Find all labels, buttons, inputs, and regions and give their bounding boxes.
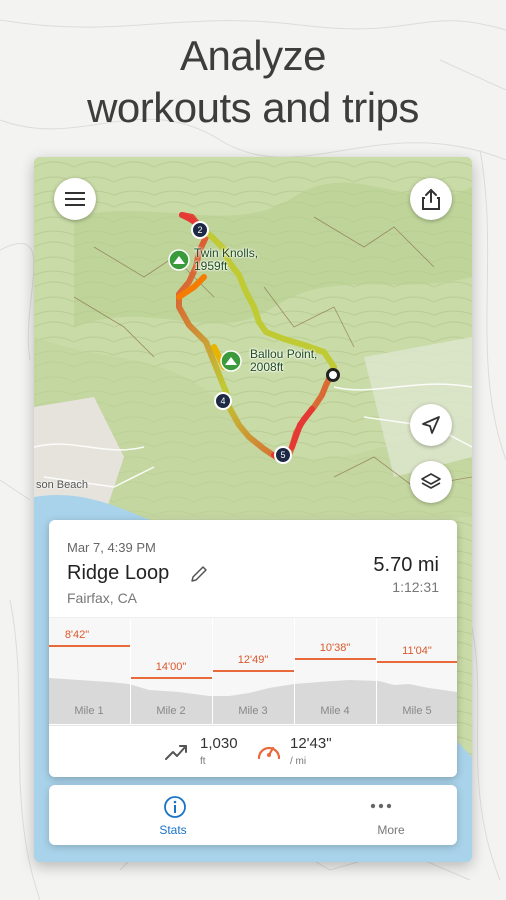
avg-pace-value: 12'43" xyxy=(290,735,332,752)
share-button[interactable] xyxy=(410,178,452,220)
workout-summary-card[interactable]: Mar 7, 4:39 PM Ridge Loop Fairfax, CA 5.… xyxy=(49,520,457,777)
city-label: son Beach xyxy=(36,479,88,491)
start-end-marker[interactable] xyxy=(326,368,340,382)
split-pace: 14'00" xyxy=(155,661,187,673)
headline-line2: workouts and trips xyxy=(87,84,419,131)
menu-button[interactable] xyxy=(54,178,96,220)
elevation-gain-value: 1,030 xyxy=(200,735,238,752)
split-label: Mile 3 xyxy=(238,705,268,717)
workout-duration: 1:12:31 xyxy=(392,579,439,595)
tab-label: More xyxy=(377,823,405,837)
mile-marker[interactable]: 4 xyxy=(214,392,232,410)
peak-elevation: 2008ft xyxy=(250,360,284,374)
split-pace-bar xyxy=(377,661,457,663)
split-label: Mile 5 xyxy=(402,705,432,717)
elevation-gain-unit: ft xyxy=(200,756,206,767)
bottom-tab-bar: Stats More xyxy=(49,785,457,845)
pencil-icon[interactable] xyxy=(189,564,209,584)
split-pace-bar xyxy=(49,645,130,647)
mile-marker[interactable]: 5 xyxy=(274,446,292,464)
split-label: Mile 2 xyxy=(156,705,186,717)
mile-splits-chart[interactable]: 8'42" Mile 1 14'00" Mile 2 12'49" Mile 3… xyxy=(49,617,457,724)
share-icon xyxy=(422,188,440,210)
split-pace-bar xyxy=(213,670,294,672)
split-pace-bar xyxy=(295,658,376,660)
elevation-gain-icon xyxy=(165,745,187,760)
layers-button[interactable] xyxy=(410,461,452,503)
avg-pace-unit: / mi xyxy=(290,756,307,767)
info-icon xyxy=(164,796,186,818)
tab-stats[interactable]: Stats xyxy=(59,785,263,845)
navigation-arrow-icon xyxy=(422,416,440,434)
speedometer-icon xyxy=(257,746,281,760)
headline: Analyze workouts and trips xyxy=(0,30,506,134)
split-label: Mile 1 xyxy=(74,705,104,717)
split-label: Mile 4 xyxy=(320,705,350,717)
mile-marker[interactable]: 2 xyxy=(191,221,209,239)
workout-distance: 5.70 mi xyxy=(373,554,439,576)
app-screen: Twin Knolls, 1959ft Ballou Point, 2008ft… xyxy=(34,157,472,862)
workout-location: Fairfax, CA xyxy=(67,590,138,606)
split-pace: 10'38" xyxy=(319,642,351,654)
split-pace: 8'42" xyxy=(64,629,90,641)
split-pace: 12'49" xyxy=(237,654,269,666)
peak-elevation: 1959ft xyxy=(194,259,228,273)
headline-line1: Analyze xyxy=(180,32,326,79)
workout-date: Mar 7, 4:39 PM xyxy=(67,540,156,555)
split-pace: 11'04" xyxy=(402,645,432,657)
mountain-icon xyxy=(168,249,190,271)
locate-button[interactable] xyxy=(410,404,452,446)
more-dots-icon xyxy=(370,803,392,809)
tab-more[interactable]: More xyxy=(243,785,447,845)
layers-icon xyxy=(421,473,441,489)
menu-icon xyxy=(65,192,85,206)
workout-stats-row: 1,030 ft 12'43" / mi xyxy=(49,725,457,777)
mountain-icon xyxy=(220,350,242,372)
workout-title: Ridge Loop xyxy=(67,562,170,584)
split-pace-bar xyxy=(131,677,212,679)
